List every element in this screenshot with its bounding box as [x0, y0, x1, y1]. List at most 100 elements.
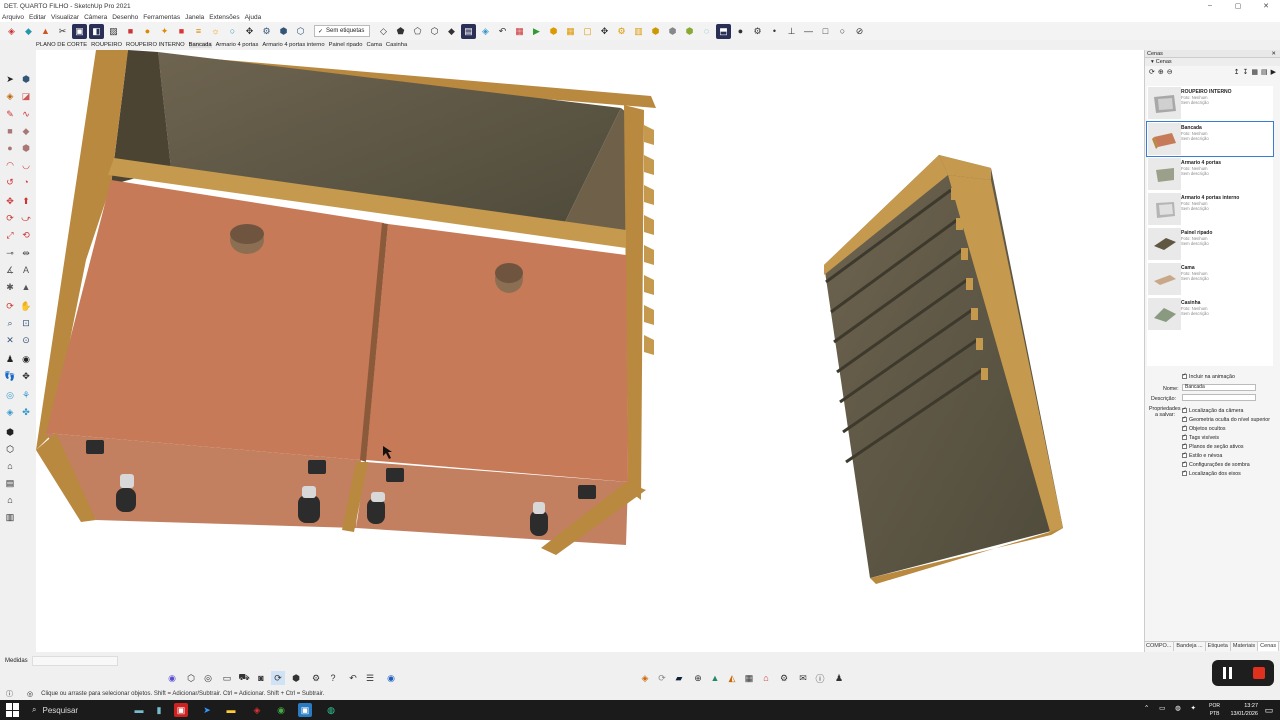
- walk-icon[interactable]: 👣: [3, 369, 17, 383]
- menu-desenho[interactable]: Desenho: [112, 14, 138, 21]
- view-icon[interactable]: ◧: [89, 23, 104, 39]
- tape-measure-icon[interactable]: ⊸: [3, 246, 17, 260]
- scene-item[interactable]: Painel ripado Foto: Nenhum Sem descrição: [1147, 227, 1273, 261]
- axis-icon[interactable]: ⊥: [784, 24, 799, 39]
- tab-tags[interactable]: Etiqueta: [1206, 642, 1231, 651]
- drape-icon[interactable]: ✤: [19, 405, 33, 419]
- arrows-icon[interactable]: ✥: [597, 24, 612, 39]
- offset-tool-icon[interactable]: ⟲: [19, 228, 33, 242]
- render-icon[interactable]: ✦: [157, 24, 172, 39]
- frame-icon[interactable]: ▢: [580, 24, 595, 39]
- scene-tab[interactable]: Armario 4 portas: [216, 42, 259, 48]
- expand-icon[interactable]: ▶: [1271, 68, 1276, 76]
- mail-icon[interactable]: ✉: [796, 671, 810, 685]
- gear-icon[interactable]: ⚙: [750, 24, 765, 39]
- grid-icon[interactable]: ▦: [563, 24, 578, 39]
- warning-icon[interactable]: ▲: [38, 24, 53, 39]
- menu-visualizar[interactable]: Visualizar: [51, 14, 79, 21]
- zoom-extents-icon[interactable]: ✕: [3, 333, 17, 347]
- rectangle-icon[interactable]: □: [818, 24, 833, 39]
- measurements-field[interactable]: [32, 656, 118, 666]
- scale-icon[interactable]: ⤢: [3, 228, 17, 242]
- sketchup-app-icon[interactable]: ◈: [250, 703, 264, 717]
- extension-tool-icon[interactable]: ⬡: [3, 442, 17, 456]
- freehand-icon[interactable]: ∿: [19, 107, 33, 121]
- add-scene-icon[interactable]: ⊕: [1158, 68, 1164, 76]
- no-entry-icon[interactable]: ⊘: [852, 24, 867, 39]
- zoom-previous-icon[interactable]: ⊙: [19, 333, 33, 347]
- tag-select[interactable]: ✓ Sem etiquetas: [314, 25, 370, 37]
- solid-tools-icon[interactable]: ▤: [461, 23, 476, 39]
- chrome-icon[interactable]: ◉: [274, 703, 288, 717]
- tab-materials[interactable]: Materiais: [1231, 642, 1259, 651]
- close-button[interactable]: ✕: [1252, 2, 1280, 10]
- sync-icon[interactable]: ⟳: [655, 671, 669, 685]
- scene-description-field[interactable]: [1182, 394, 1256, 401]
- remove-scene-icon[interactable]: ⊖: [1167, 68, 1173, 76]
- eraser-icon[interactable]: ◇: [376, 24, 391, 39]
- app-red-icon[interactable]: ▣: [174, 703, 188, 717]
- tab-scenes[interactable]: Cenas: [1258, 642, 1280, 651]
- curve-icon[interactable]: ↶: [495, 24, 510, 39]
- scene-tab[interactable]: Armario 4 portas interno: [262, 42, 324, 48]
- panel-subheader[interactable]: ▾ Cenas: [1145, 58, 1280, 66]
- move-tool-icon[interactable]: ✥: [3, 194, 17, 208]
- orbit-view-icon[interactable]: ⟳: [271, 671, 285, 685]
- pan-icon[interactable]: ✋: [19, 299, 33, 313]
- menu-icon[interactable]: ☰: [363, 671, 377, 685]
- widgets-icon[interactable]: ▬: [132, 703, 146, 717]
- scene-tab[interactable]: Cama: [366, 42, 381, 48]
- undo-icon[interactable]: ↶: [346, 671, 360, 685]
- minimize-button[interactable]: –: [1196, 2, 1224, 10]
- house-red-icon[interactable]: ⌂: [759, 671, 773, 685]
- warehouse-icon[interactable]: ⬒: [716, 23, 731, 39]
- cube-outline-icon[interactable]: ⬢: [289, 671, 303, 685]
- stack-icon[interactable]: ▥: [3, 510, 17, 524]
- windows-start-icon[interactable]: [6, 703, 20, 717]
- arrow-app-icon[interactable]: ➤: [200, 703, 214, 717]
- menu-ferramentas[interactable]: Ferramentas: [143, 14, 180, 21]
- scene-item[interactable]: Armario 4 portas interno Foto: Nenhum Se…: [1147, 192, 1273, 226]
- scene-item[interactable]: ROUPEIRO INTERNO Foto: Nenhum Sem descri…: [1147, 86, 1273, 120]
- close-panel-icon[interactable]: ✕: [1271, 51, 1276, 57]
- folder-icon[interactable]: ▬: [224, 703, 238, 717]
- 3d-text-icon[interactable]: ▲: [19, 280, 33, 294]
- scene-item[interactable]: Casinha Foto: Nenhum Sem descrição: [1147, 297, 1273, 331]
- scene-tab[interactable]: Casinha: [386, 42, 407, 48]
- zoom-window-icon[interactable]: ⊡: [19, 316, 33, 330]
- property-checkbox[interactable]: Estilo e névoa: [1182, 451, 1222, 459]
- camera-photo-icon[interactable]: ◙: [254, 671, 268, 685]
- circle-o-icon[interactable]: ○: [225, 24, 240, 39]
- menu-janela[interactable]: Janela: [185, 14, 204, 21]
- property-checkbox[interactable]: Localização dos eixos: [1182, 469, 1241, 477]
- active-app-icon[interactable]: ▣: [298, 703, 312, 717]
- model-viewport[interactable]: [36, 50, 1144, 652]
- home-icon[interactable]: ⌂: [3, 459, 17, 473]
- slatted-panel-model[interactable]: [824, 155, 1063, 584]
- property-checkbox[interactable]: Tags visíveis: [1182, 433, 1219, 441]
- panel-header[interactable]: Cenas ✕: [1145, 50, 1280, 58]
- include-animation-checkbox[interactable]: Incluir na animação: [1182, 372, 1235, 380]
- line-icon[interactable]: —: [801, 24, 816, 39]
- eraser-tool-icon[interactable]: ◪: [19, 89, 33, 103]
- stamp-icon[interactable]: ◈: [3, 405, 17, 419]
- pause-icon[interactable]: [1222, 667, 1234, 679]
- cube-icon[interactable]: ⬡: [293, 24, 308, 39]
- scene-tab[interactable]: PLANO DE CORTE: [36, 42, 87, 48]
- circle-view-icon[interactable]: ◎: [201, 671, 215, 685]
- material-icon[interactable]: ◆: [21, 24, 36, 39]
- zoom-icon[interactable]: ⌕: [3, 316, 17, 330]
- follow-me-tool-icon[interactable]: ⤻: [19, 211, 33, 225]
- dot-icon[interactable]: •: [767, 24, 782, 39]
- rotated-rect-icon[interactable]: ◆: [19, 124, 33, 138]
- car-icon[interactable]: ⛟: [237, 671, 251, 685]
- extension-icon[interactable]: ◌: [699, 24, 714, 39]
- notification-icon[interactable]: ▭: [1262, 703, 1276, 717]
- cube-green-icon[interactable]: ⬢: [682, 24, 697, 39]
- truck-icon[interactable]: ▰: [672, 671, 686, 685]
- circle-tool-icon[interactable]: ●: [3, 141, 17, 155]
- settings-icon[interactable]: ⚙: [614, 24, 629, 39]
- report-icon[interactable]: ▦: [512, 24, 527, 39]
- menu-camera[interactable]: Câmera: [84, 14, 107, 21]
- geo-icon[interactable]: ◎: [27, 690, 33, 698]
